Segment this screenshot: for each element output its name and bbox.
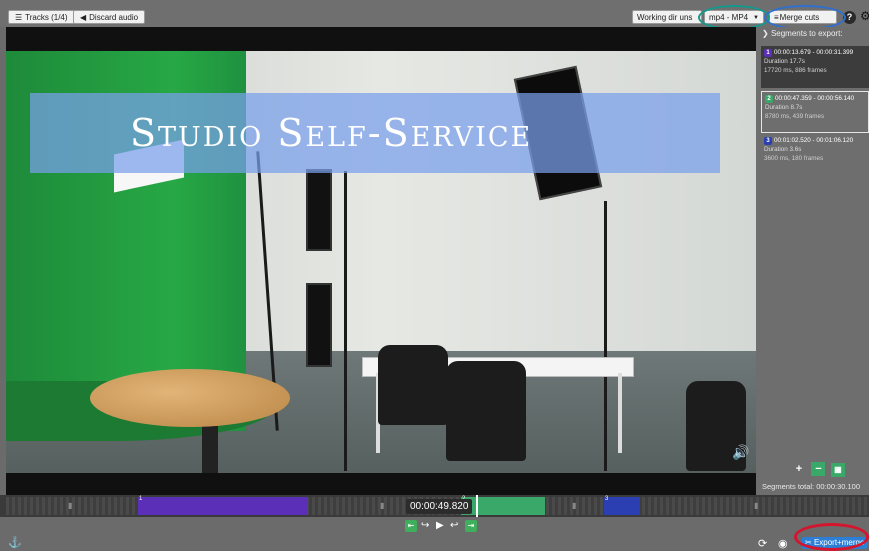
- segments-total: Segments total: 00:00:30.100: [762, 482, 860, 491]
- segment-number: 2: [765, 95, 773, 103]
- playhead[interactable]: [476, 495, 478, 517]
- merge-label: Merge cuts: [779, 13, 820, 22]
- tracks-label: Tracks (1/4): [25, 13, 68, 22]
- segments-header-label: Segments to export:: [770, 29, 843, 38]
- segment-duration: Duration 17.7s: [764, 58, 805, 65]
- round-table: [90, 369, 290, 427]
- merge-cuts-button[interactable]: ≡Merge cuts: [769, 10, 837, 24]
- play-icon[interactable]: ▶: [436, 520, 444, 532]
- segments-header: ❯ Segments to export:: [762, 29, 843, 38]
- jump-to-cut-start-icon[interactable]: ↪: [421, 520, 429, 532]
- segments-panel: ❯ Segments to export: 1 00:00:13.679 - 00…: [756, 27, 869, 495]
- help-icon[interactable]: ?: [843, 11, 856, 24]
- discard-audio-label: Discard audio: [89, 13, 139, 22]
- segment-number: 1: [764, 49, 772, 57]
- merge-icon: ≡: [774, 13, 779, 22]
- rotate-icon[interactable]: ⟳: [758, 537, 767, 550]
- segment-detail: 3600 ms, 180 frames: [764, 155, 824, 162]
- timeline-segment-1[interactable]: [138, 497, 308, 515]
- video-player[interactable]: Studio Self-Service: [6, 27, 756, 495]
- segment-list-icon[interactable]: ▦: [830, 463, 845, 477]
- anchor-icon[interactable]: ⚓: [8, 536, 22, 549]
- jump-to-cut-end-icon[interactable]: ↩: [450, 520, 458, 532]
- timeline-segment-2[interactable]: [461, 497, 545, 515]
- timeline-segment-3[interactable]: [604, 497, 640, 515]
- chevron-down-icon: ▼: [753, 15, 759, 21]
- trash-icon[interactable]: ▮: [68, 501, 72, 510]
- scissors-icon: ✂: [805, 538, 812, 547]
- list-icon: ☰: [15, 13, 23, 22]
- light-panel-lower: [306, 283, 332, 367]
- segment-detail: 17720 ms, 886 frames: [764, 67, 827, 74]
- segment-tools: + − ▦: [792, 459, 846, 477]
- light-panel-upper: [306, 169, 332, 251]
- volume-icon[interactable]: 🔊: [732, 444, 749, 461]
- playback-controls: [0, 517, 869, 551]
- segment-number: 3: [764, 137, 772, 145]
- tracks-button[interactable]: ☰ Tracks (1/4): [8, 10, 75, 24]
- format-label: mp4 - MP4: [709, 13, 749, 22]
- set-cut-end-icon[interactable]: ⇥: [465, 520, 477, 532]
- working-dir-label: Working dir uns: [637, 13, 693, 22]
- office-chair: [446, 361, 526, 461]
- remove-segment-icon[interactable]: −: [811, 462, 826, 476]
- segment-range: 00:01:02.520 - 00:01:06.120: [774, 137, 854, 144]
- trash-icon[interactable]: ▮: [572, 501, 576, 510]
- format-select[interactable]: mp4 - MP4 ▼: [704, 10, 764, 24]
- timeline-segment-number: 3: [605, 496, 609, 502]
- timeline-segment-number: 1: [139, 496, 143, 502]
- segment-duration: Duration 3.6s: [764, 146, 802, 153]
- video-banner-title: Studio Self-Service: [30, 93, 720, 173]
- set-cut-start-icon[interactable]: ⇤: [405, 520, 417, 532]
- add-segment-icon[interactable]: +: [792, 462, 806, 476]
- working-dir-button[interactable]: Working dir uns: [632, 10, 702, 24]
- segments-total-label: Segments total:: [762, 482, 815, 491]
- segment-item[interactable]: 1 00:00:13.679 - 00:00:31.399 Duration 17…: [761, 46, 869, 88]
- chevron-right-icon: ❯: [762, 29, 771, 38]
- trash-icon[interactable]: ▮: [754, 501, 758, 510]
- export-label: Export+merge: [813, 538, 865, 547]
- segment-range: 00:00:13.679 - 00:00:31.399: [774, 49, 854, 56]
- segment-duration: Duration 8.7s: [765, 104, 803, 111]
- desk-leg: [618, 373, 622, 453]
- help-glyph: ?: [846, 12, 853, 22]
- segment-detail: 8780 ms, 439 frames: [765, 113, 825, 120]
- export-merge-button[interactable]: ✂ Export+merge: [802, 537, 868, 549]
- panel-stand: [344, 171, 347, 471]
- segments-total-value: 00:00:30.100: [816, 482, 861, 491]
- discard-audio-button[interactable]: ◀ Discard audio: [73, 10, 146, 24]
- light-stand: [604, 201, 607, 471]
- current-timecode[interactable]: 00:00:49.820: [406, 499, 473, 514]
- camera-icon[interactable]: ◉: [778, 537, 788, 550]
- segment-item[interactable]: 3 00:01:02.520 - 00:01:06.120 Duration 3.…: [761, 134, 869, 176]
- segment-range: 00:00:47.359 - 00:00:56.140: [775, 95, 855, 102]
- trash-icon[interactable]: ▮: [380, 501, 384, 510]
- segment-item[interactable]: 2 00:00:47.359 - 00:00:56.140 Duration 8.…: [761, 91, 869, 133]
- gear-icon[interactable]: ⚙: [860, 9, 869, 23]
- speaker-icon: ◀: [80, 13, 87, 22]
- office-chair: [378, 345, 448, 425]
